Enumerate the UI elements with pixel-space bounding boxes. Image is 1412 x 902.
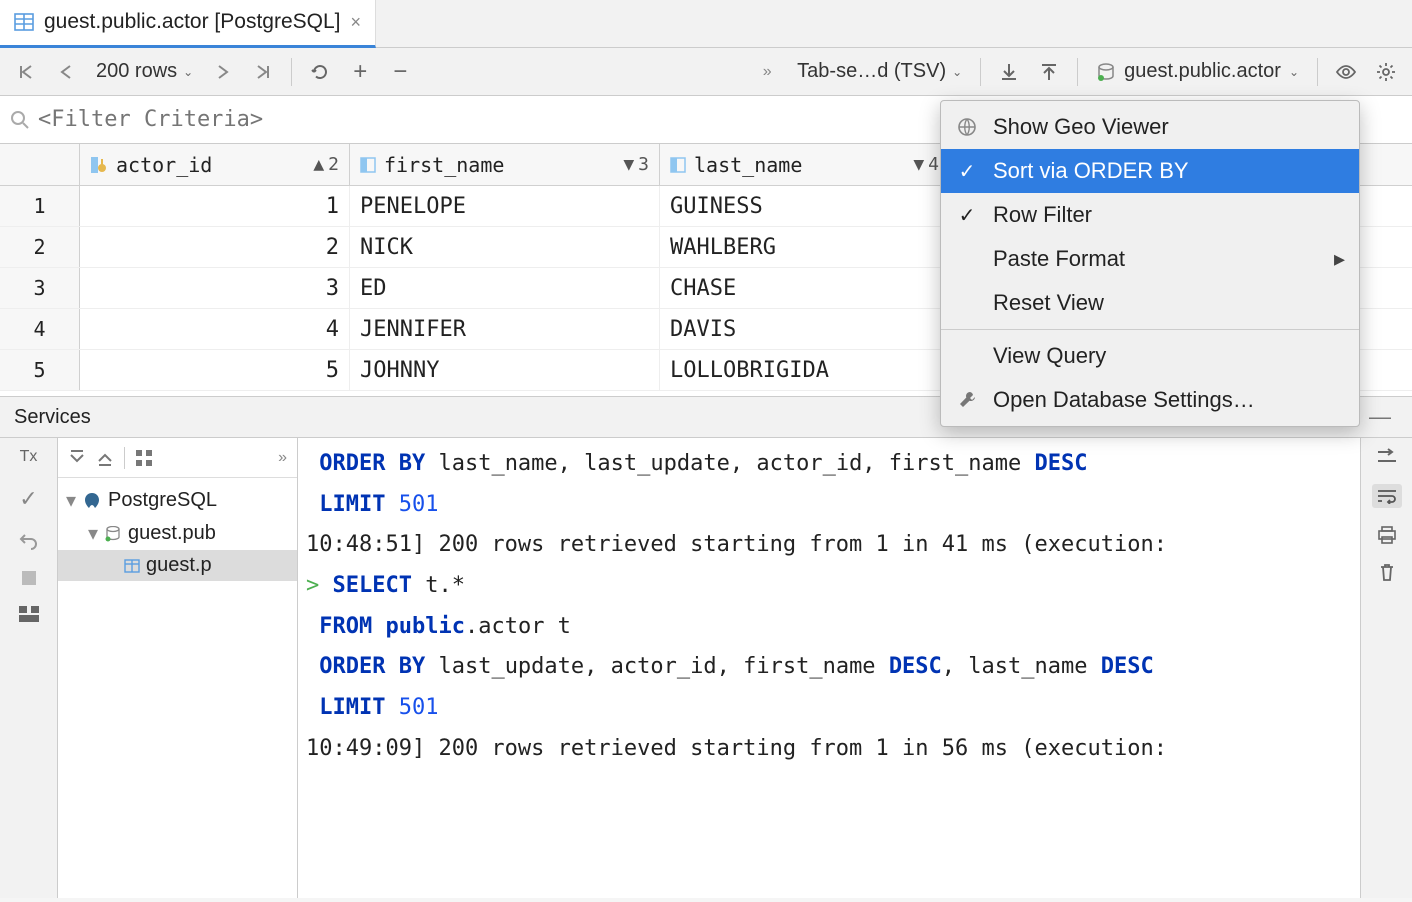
row-count-dropdown[interactable]: 200 rows ⌄: [88, 60, 201, 83]
sql-console[interactable]: ORDER BY last_name, last_update, actor_i…: [298, 438, 1360, 898]
column-header-last-name[interactable]: last_name ▼4: [660, 144, 950, 185]
undo-icon[interactable]: [19, 532, 39, 550]
view-button[interactable]: [1328, 54, 1364, 90]
menu-show-geo-viewer[interactable]: Show Geo Viewer: [941, 105, 1359, 149]
check-icon[interactable]: ✓: [19, 486, 37, 512]
table-icon: [124, 559, 140, 573]
datasource-selector[interactable]: guest.public.actor ⌄: [1088, 60, 1307, 83]
tree-node-postgresql[interactable]: ▾ PostgreSQL: [58, 484, 297, 517]
datasource-label: guest.public.actor: [1124, 60, 1281, 83]
check-icon: ✓: [955, 203, 979, 228]
datasource-icon: [104, 526, 122, 542]
globe-icon: [955, 117, 979, 137]
last-page-button[interactable]: [245, 54, 281, 90]
stop-icon[interactable]: [21, 570, 37, 586]
sort-num: 2: [328, 154, 339, 175]
download-button[interactable]: [991, 54, 1027, 90]
submenu-arrow-icon: ▸: [1334, 246, 1345, 272]
column-icon: [670, 157, 686, 173]
services-body: Tx ✓ » ▾ PostgreSQL ▾ guest.pub: [0, 438, 1412, 898]
menu-label: View Query: [993, 343, 1106, 369]
chevron-down-icon: ⌄: [952, 65, 962, 79]
menu-sort-via-order-by[interactable]: ✓ Sort via ORDER BY: [941, 149, 1359, 193]
sort-asc-icon: ▲: [313, 154, 324, 175]
rownum-header: [0, 144, 80, 185]
menu-view-query[interactable]: View Query: [941, 334, 1359, 378]
search-icon: [10, 110, 30, 130]
col-name: last_name: [694, 153, 802, 177]
next-page-button[interactable]: [205, 54, 241, 90]
print-icon[interactable]: [1377, 526, 1397, 544]
reload-button[interactable]: [302, 54, 338, 90]
expand-icon[interactable]: [68, 449, 86, 467]
expand-arrow-icon: ▾: [88, 521, 98, 546]
services-tree: ▾ PostgreSQL ▾ guest.pub guest.p: [58, 478, 297, 587]
tree-toolbar: »: [58, 438, 297, 478]
services-left-toolbar: Tx ✓: [0, 438, 58, 898]
row-count-label: 200 rows: [96, 60, 177, 83]
menu-separator: [941, 329, 1359, 330]
sort-num: 3: [638, 154, 649, 175]
trash-icon[interactable]: [1378, 562, 1396, 582]
upload-button[interactable]: [1031, 54, 1067, 90]
services-title: Services: [14, 406, 91, 429]
scroll-end-icon[interactable]: [1376, 448, 1398, 466]
menu-label: Show Geo Viewer: [993, 114, 1169, 140]
check-icon: ✓: [955, 159, 979, 184]
first-page-button[interactable]: [8, 54, 44, 90]
column-header-first-name[interactable]: first_name ▼3: [350, 144, 660, 185]
sort-desc-icon: ▼: [623, 154, 634, 175]
menu-row-filter[interactable]: ✓ Row Filter: [941, 193, 1359, 237]
menu-label: Sort via ORDER BY: [993, 158, 1189, 184]
tree-node-table[interactable]: guest.p: [58, 550, 297, 581]
wrench-icon: [955, 390, 979, 410]
menu-open-database-settings[interactable]: Open Database Settings…: [941, 378, 1359, 422]
tree-label: PostgreSQL: [108, 489, 217, 512]
settings-button[interactable]: [1368, 54, 1404, 90]
postgresql-icon: [82, 491, 102, 511]
tree-label: guest.pub: [128, 522, 216, 545]
add-row-button[interactable]: +: [342, 54, 378, 90]
menu-label: Row Filter: [993, 202, 1092, 228]
minimize-icon[interactable]: —: [1362, 399, 1398, 435]
tx-label: Tx: [20, 448, 38, 466]
datasource-icon: [1096, 63, 1116, 81]
layout-icon[interactable]: [19, 606, 39, 622]
column-header-actor-id[interactable]: actor_id ▲2: [80, 144, 350, 185]
settings-popup-menu: Show Geo Viewer ✓ Sort via ORDER BY ✓ Ro…: [940, 100, 1360, 427]
sort-num: 4: [928, 154, 939, 175]
menu-label: Open Database Settings…: [993, 387, 1255, 413]
col-name: first_name: [384, 153, 504, 177]
collapse-icon[interactable]: [96, 449, 114, 467]
soft-wrap-icon[interactable]: [1372, 484, 1402, 508]
table-icon: [14, 12, 34, 32]
remove-row-button[interactable]: −: [382, 54, 418, 90]
close-icon[interactable]: ×: [351, 12, 362, 33]
editor-tab-bar: guest.public.actor [PostgreSQL] ×: [0, 0, 1412, 48]
menu-paste-format[interactable]: Paste Format ▸: [941, 237, 1359, 281]
chevron-down-icon: ⌄: [183, 65, 193, 79]
export-format-label: Tab-se…d (TSV): [797, 60, 946, 83]
more-button[interactable]: »: [749, 54, 785, 90]
prev-page-button[interactable]: [48, 54, 84, 90]
result-toolbar: 200 rows ⌄ + − » Tab-se…d (TSV) ⌄ guest.…: [0, 48, 1412, 96]
tab-title: guest.public.actor [PostgreSQL]: [44, 10, 341, 34]
grid-icon[interactable]: [135, 449, 153, 467]
menu-label: Reset View: [993, 290, 1104, 316]
chevron-down-icon: ⌄: [1289, 65, 1299, 79]
pk-icon: [90, 156, 108, 174]
more-icon[interactable]: »: [278, 449, 287, 467]
sort-desc-icon: ▼: [913, 154, 924, 175]
column-icon: [360, 157, 376, 173]
services-tree-area: » ▾ PostgreSQL ▾ guest.pub guest.p: [58, 438, 298, 898]
tree-node-datasource[interactable]: ▾ guest.pub: [58, 517, 297, 550]
editor-tab[interactable]: guest.public.actor [PostgreSQL] ×: [0, 0, 376, 48]
services-right-toolbar: [1360, 438, 1412, 898]
expand-arrow-icon: ▾: [66, 488, 76, 513]
col-name: actor_id: [116, 153, 212, 177]
export-format-dropdown[interactable]: Tab-se…d (TSV) ⌄: [789, 60, 970, 83]
menu-reset-view[interactable]: Reset View: [941, 281, 1359, 325]
menu-label: Paste Format: [993, 246, 1125, 272]
tree-label: guest.p: [146, 554, 212, 577]
